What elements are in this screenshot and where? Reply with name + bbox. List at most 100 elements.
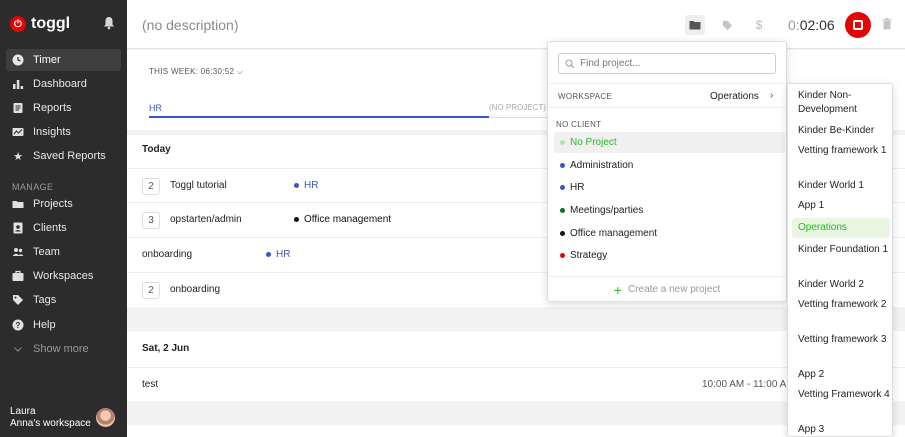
sidebar-item-projects[interactable]: Projects bbox=[6, 193, 121, 215]
stop-timer-button[interactable] bbox=[845, 12, 871, 38]
chevron-down-icon: ⌵ bbox=[236, 67, 244, 76]
workspace-option[interactable]: Kinder World 2 bbox=[792, 278, 890, 292]
week-bar-label-no-project: (NO PROJECT) bbox=[489, 103, 546, 112]
workspace-option[interactable]: Kinder Be-Kinder bbox=[792, 124, 890, 138]
briefcase-icon bbox=[12, 270, 24, 282]
workspace-option[interactable]: App 3 bbox=[792, 423, 890, 436]
dollar-icon: $ bbox=[755, 18, 763, 32]
no-client-heading: NO CLIENT bbox=[556, 120, 602, 129]
svg-text:?: ? bbox=[16, 321, 21, 330]
sidebar-item-timer[interactable]: Timer bbox=[6, 49, 121, 71]
workspace-option[interactable]: Vetting Framework 4 bbox=[792, 388, 890, 402]
entry-project[interactable]: HR bbox=[266, 249, 290, 260]
project-option-meetings-parties[interactable]: Meetings/parties bbox=[554, 200, 785, 221]
entry-project-label: HR bbox=[276, 249, 291, 260]
workspace-option[interactable]: Kinder Foundation 1 bbox=[792, 243, 890, 257]
billable-button[interactable]: $ bbox=[749, 15, 769, 35]
workspace-option-selected[interactable]: Operations bbox=[792, 218, 890, 238]
document-icon bbox=[12, 102, 24, 114]
week-total-dropdown[interactable]: THIS WEEK: 06:30:52 ⌵ bbox=[149, 67, 243, 77]
duration-hours: 0: bbox=[788, 17, 800, 33]
user-name: Laura bbox=[10, 406, 36, 417]
sidebar-show-more[interactable]: Show more bbox=[6, 338, 121, 360]
sidebar-item-saved-reports[interactable]: ★ Saved Reports bbox=[6, 145, 121, 167]
project-picker-popup: WORKSPACE Operations › NO CLIENT No Proj… bbox=[547, 41, 787, 302]
project-option-label: No Project bbox=[570, 137, 617, 148]
entry-count[interactable]: 2 bbox=[142, 282, 160, 299]
workspace-option[interactable]: Vetting framework 3 bbox=[792, 333, 890, 347]
folder-icon bbox=[689, 21, 701, 30]
entry-description[interactable]: Toggl tutorial bbox=[170, 180, 227, 191]
day-title: Sat, 2 Jun bbox=[142, 343, 190, 354]
sidebar-item-clients[interactable]: Clients bbox=[6, 217, 121, 239]
project-color-dot bbox=[560, 208, 565, 213]
project-option-administration[interactable]: Administration bbox=[554, 155, 785, 176]
entry-description[interactable]: opstarten/admin bbox=[170, 214, 242, 225]
trash-icon[interactable] bbox=[882, 18, 892, 30]
entry-description[interactable]: onboarding bbox=[142, 249, 192, 260]
project-search-input[interactable] bbox=[580, 58, 760, 69]
user-info[interactable]: Laura Anna's workspace bbox=[10, 406, 91, 430]
avatar[interactable] bbox=[96, 408, 115, 427]
sidebar-item-workspaces[interactable]: Workspaces bbox=[6, 265, 121, 287]
sidebar-item-help[interactable]: ? Help bbox=[6, 314, 121, 336]
create-project-label: Create a new project bbox=[627, 284, 721, 295]
contact-icon bbox=[12, 222, 24, 234]
project-option-label: Administration bbox=[570, 160, 634, 171]
workspace-option[interactable]: App 1 bbox=[792, 199, 890, 213]
sidebar-item-insights[interactable]: Insights bbox=[6, 121, 121, 143]
week-bar-label-hr: HR bbox=[149, 103, 162, 113]
entry-count[interactable]: 2 bbox=[142, 178, 160, 195]
sidebar-item-label: Projects bbox=[33, 198, 73, 210]
sidebar-item-dashboard[interactable]: Dashboard bbox=[6, 73, 121, 95]
star-icon: ★ bbox=[13, 150, 23, 163]
entry-project[interactable]: Office management bbox=[294, 214, 391, 225]
week-bar-hr bbox=[149, 116, 489, 118]
project-search[interactable] bbox=[558, 53, 776, 74]
toggl-logo[interactable]: ⏻ toggl bbox=[10, 15, 70, 33]
bell-icon[interactable] bbox=[103, 16, 115, 30]
entry-time-range[interactable]: 10:00 AM - 11:00 AM bbox=[702, 379, 795, 390]
day-title: Today bbox=[142, 144, 171, 155]
project-option-strategy[interactable]: Strategy bbox=[554, 245, 785, 266]
week-total: THIS WEEK: 06:30:52 bbox=[149, 67, 235, 76]
workspace-option[interactable]: Kinder World 1 bbox=[792, 179, 890, 193]
team-icon bbox=[12, 246, 24, 258]
timer-bar: (no description) $ 0:02:06 bbox=[127, 0, 905, 49]
workspace-option[interactable]: App 2 bbox=[792, 368, 890, 382]
workspace-option[interactable]: Vetting framework 1 bbox=[792, 144, 890, 158]
sidebar-item-label: Help bbox=[33, 319, 56, 331]
sidebar-item-label: Tags bbox=[33, 294, 57, 306]
sidebar-item-reports[interactable]: Reports bbox=[6, 97, 121, 119]
project-option-office-management[interactable]: Office management bbox=[554, 223, 785, 244]
sidebar-item-label: Show more bbox=[33, 343, 89, 355]
workspace-option[interactable]: Vetting framework 2 bbox=[792, 298, 890, 312]
workspace-option[interactable]: Kinder Non-Development bbox=[792, 89, 890, 117]
project-option-no-project[interactable]: No Project bbox=[554, 132, 785, 153]
workspace-selector[interactable]: WORKSPACE Operations › bbox=[548, 83, 786, 108]
description-input[interactable]: (no description) bbox=[142, 17, 239, 33]
project-color-dot bbox=[560, 253, 565, 258]
sidebar-item-label: Workspaces bbox=[33, 270, 94, 282]
project-color-dot bbox=[560, 163, 565, 168]
entry-project-label: HR bbox=[304, 180, 319, 191]
tag-button[interactable] bbox=[717, 15, 737, 35]
project-option-label: Strategy bbox=[570, 250, 608, 261]
entry-description[interactable]: test bbox=[142, 379, 158, 390]
sidebar: ⏻ toggl Timer Dashboard Reports Insights… bbox=[0, 0, 127, 437]
entry-count[interactable]: 3 bbox=[142, 212, 160, 229]
entry-project[interactable]: HR bbox=[294, 180, 318, 191]
entry-description[interactable]: onboarding bbox=[170, 284, 220, 295]
create-project-button[interactable]: + Create a new project bbox=[548, 276, 786, 302]
project-option-hr[interactable]: HR bbox=[554, 177, 785, 198]
workspace-label: WORKSPACE bbox=[558, 92, 613, 101]
project-button[interactable] bbox=[685, 15, 705, 35]
project-option-label: Meetings/parties bbox=[570, 205, 644, 216]
project-color-dot bbox=[560, 140, 565, 145]
sidebar-item-tags[interactable]: Tags bbox=[6, 289, 121, 311]
sidebar-item-team[interactable]: Team bbox=[6, 241, 121, 263]
duration-minutes-seconds: 02:06 bbox=[799, 17, 835, 33]
folder-icon bbox=[12, 198, 24, 210]
sidebar-item-label: Dashboard bbox=[33, 78, 87, 90]
workspace-value: Operations bbox=[710, 91, 759, 102]
